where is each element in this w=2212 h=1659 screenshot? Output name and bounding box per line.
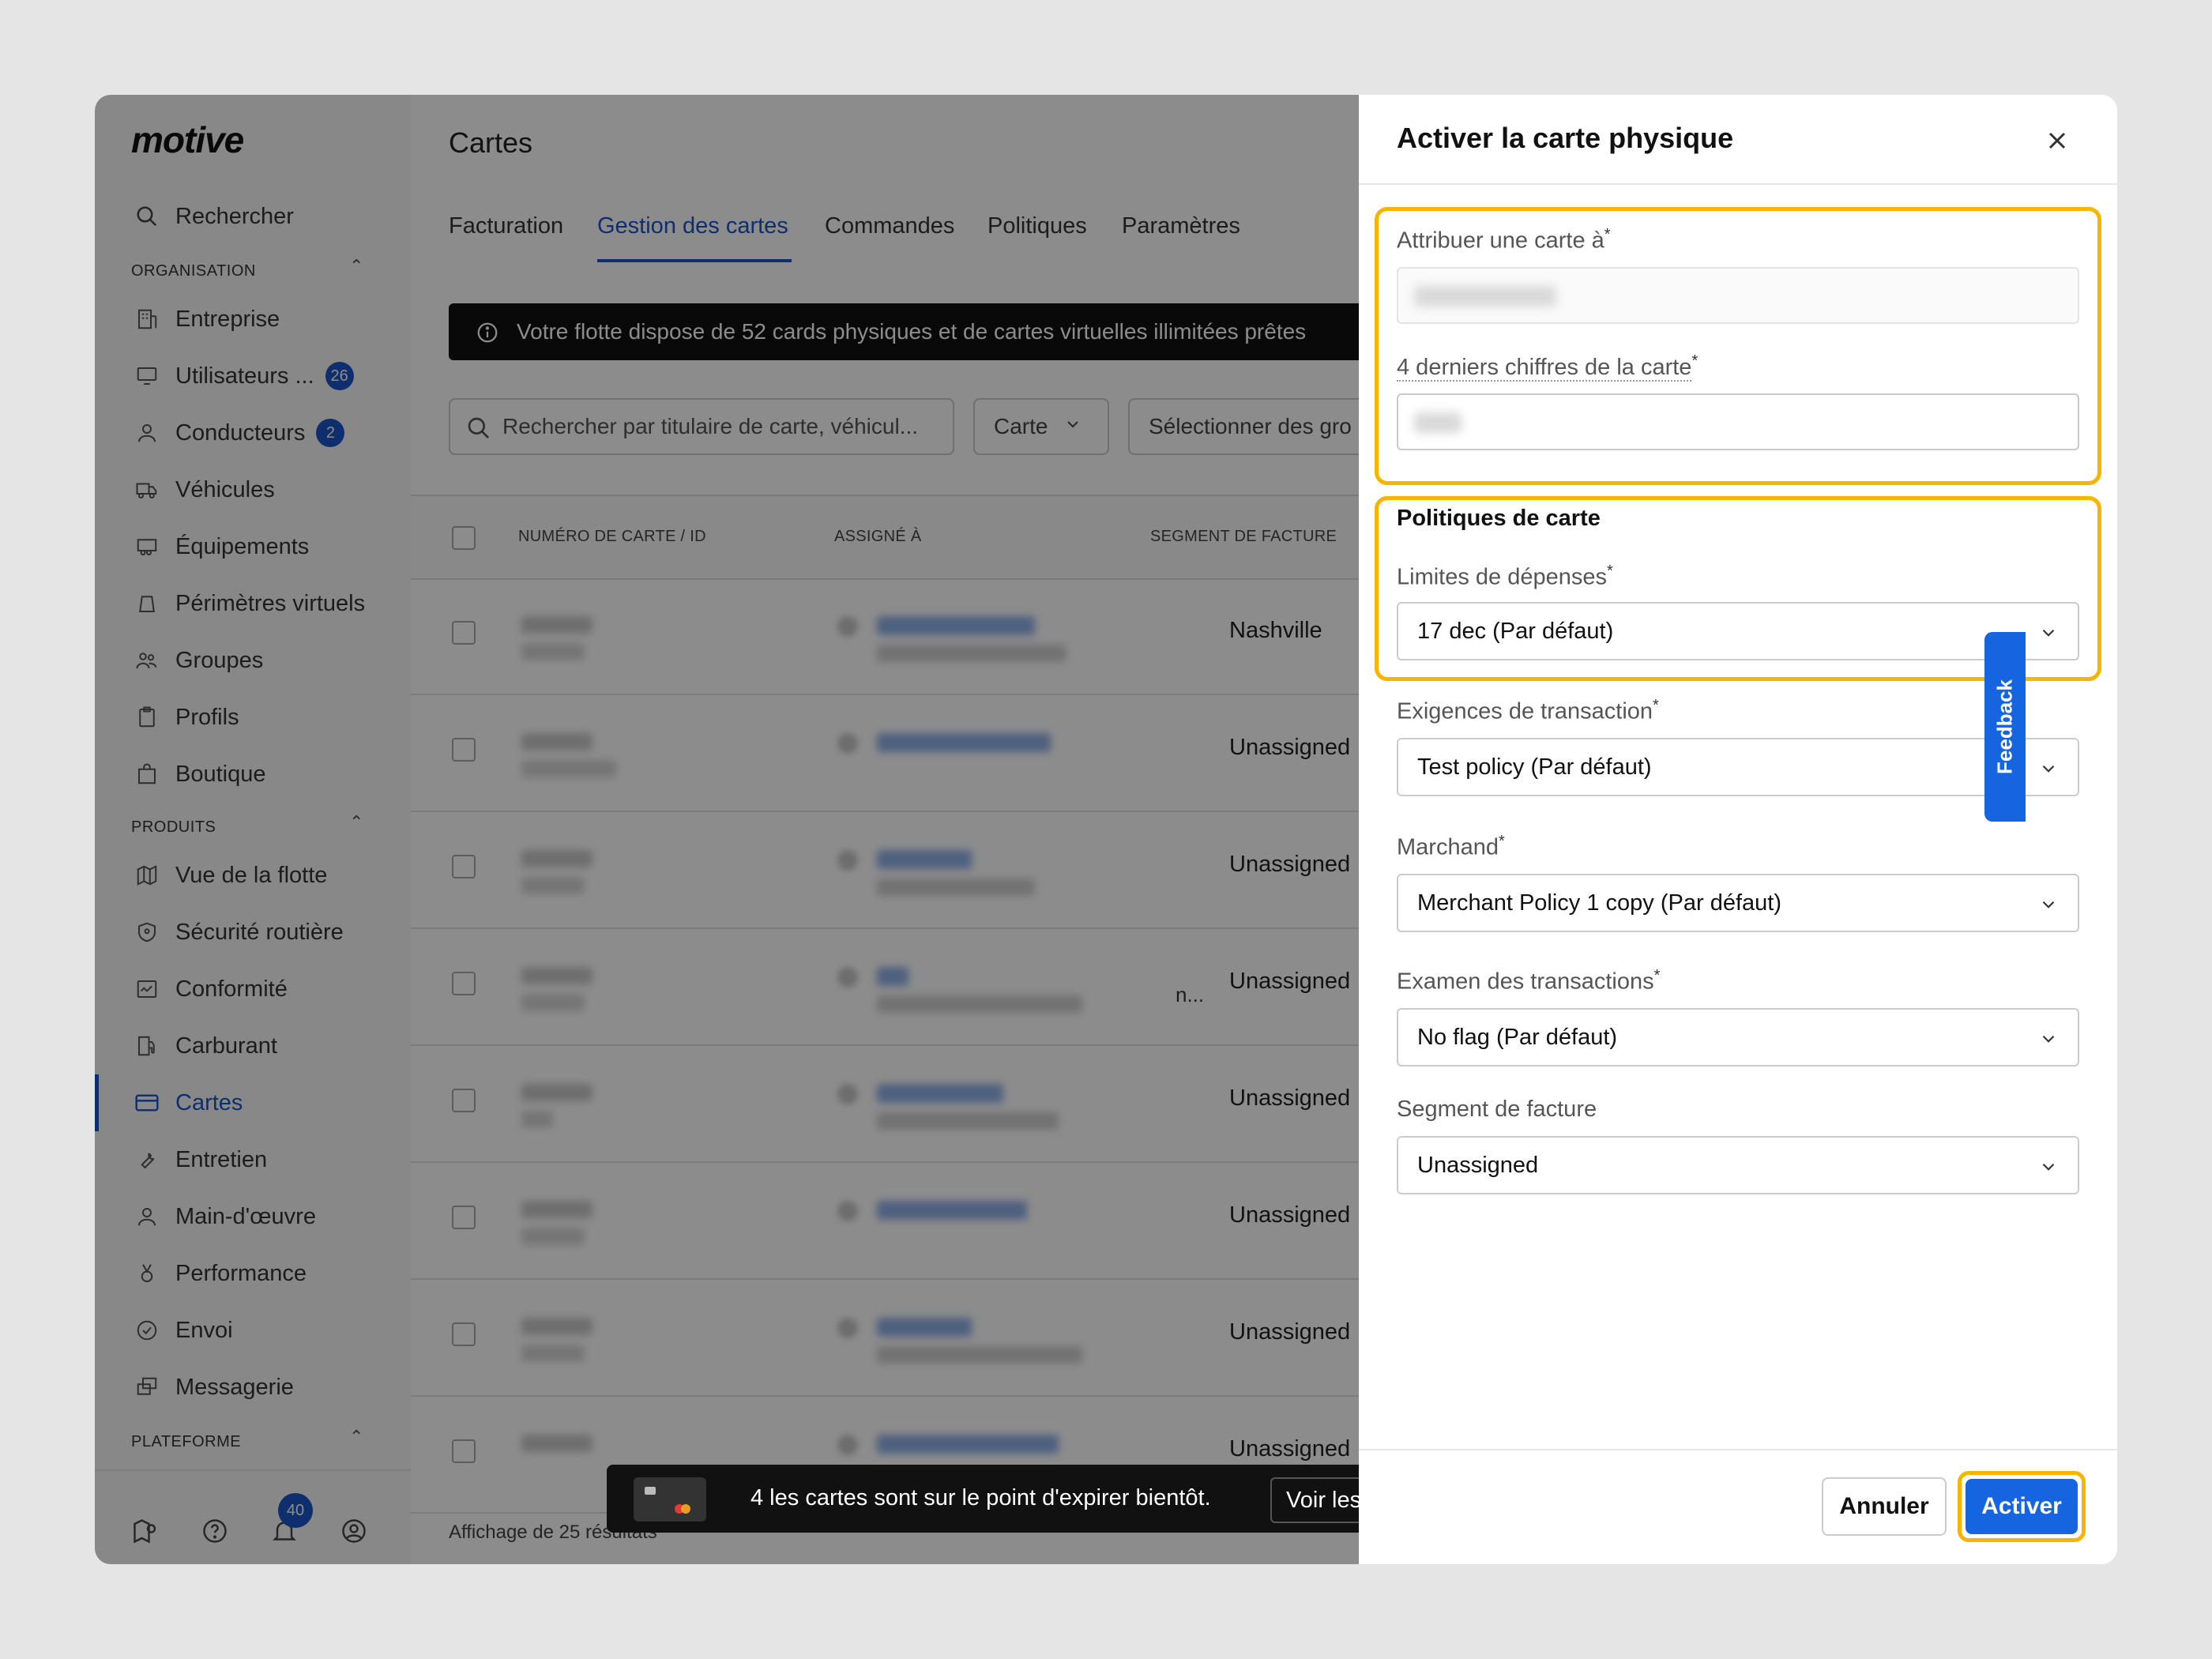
spend-label: Limites de dépenses* (1397, 562, 1613, 591)
required-mark: * (1653, 697, 1659, 714)
spend-limit-select[interactable]: 17 dec (Par défaut) (1397, 602, 2079, 660)
close-icon[interactable] (2043, 126, 2075, 158)
txn-requirements-label: Exigences de transaction* (1397, 697, 1659, 725)
review-select[interactable]: No flag (Par défaut) (1397, 1008, 2079, 1066)
chevron-down-icon (2038, 758, 2059, 779)
select-value: Merchant Policy 1 copy (Par défaut) (1417, 890, 1781, 916)
feedback-label: Feedback (1992, 679, 2017, 774)
chevron-down-icon (2038, 1029, 2059, 1049)
chevron-down-icon (2038, 623, 2059, 643)
policies-title: Politiques de carte (1397, 506, 1601, 531)
modal-overlay[interactable] (95, 95, 1359, 1564)
segment-select[interactable]: Unassigned (1397, 1136, 2079, 1194)
label-text: 4 derniers chiffres de la carte (1397, 354, 1692, 382)
cancel-button[interactable]: Annuler (1822, 1477, 1947, 1536)
select-value: No flag (Par défaut) (1417, 1024, 1618, 1050)
label-text: Marchand (1397, 834, 1499, 860)
select-value: Test policy (Par défaut) (1417, 754, 1652, 780)
activate-button[interactable]: Activer (1966, 1479, 2078, 1534)
required-mark: * (1691, 352, 1698, 370)
assign-label: Attribuer une carte à* (1397, 226, 1611, 254)
label-text: Examen des transactions (1397, 969, 1654, 995)
view-cards-button[interactable]: Voir les (1270, 1477, 1365, 1523)
label-text: Attribuer une carte à (1397, 228, 1604, 254)
chevron-down-icon (2038, 894, 2059, 915)
merchant-select[interactable]: Merchant Policy 1 copy (Par défaut) (1397, 874, 2079, 932)
label-text: Exigences de transaction (1397, 698, 1653, 724)
divider (1359, 183, 2117, 185)
required-mark: * (1604, 226, 1611, 243)
expiry-toast: 4 les cartes sont sur le point d'expirer… (607, 1465, 1365, 1533)
select-value: Unassigned (1417, 1152, 1539, 1178)
feedback-tab[interactable]: Feedback (1984, 632, 2026, 822)
chevron-down-icon (2038, 1157, 2059, 1177)
drawer-title: Activer la carte physique (1397, 122, 1734, 154)
last4-input[interactable] (1397, 393, 2079, 450)
divider (1359, 1449, 2117, 1450)
app-window: motive Rechercher ORGANISATION ⌃ Entrepr… (95, 95, 2117, 1564)
toast-message: 4 les cartes sont sur le point d'expirer… (750, 1485, 1211, 1510)
last4-label: 4 derniers chiffres de la carte* (1397, 352, 1698, 382)
card-thumbnail (634, 1477, 706, 1522)
review-label: Examen des transactions* (1397, 967, 1660, 995)
required-mark: * (1653, 967, 1661, 984)
blurred-value (1414, 286, 1556, 307)
segment-label: Segment de facture (1397, 1097, 1597, 1122)
txn-requirements-select[interactable]: Test policy (Par défaut) (1397, 738, 2079, 796)
merchant-label: Marchand* (1397, 833, 1505, 861)
required-mark: * (1607, 562, 1613, 580)
required-mark: * (1498, 833, 1505, 850)
select-value: 17 dec (Par défaut) (1417, 618, 1614, 644)
activate-card-drawer: Activer la carte physique Attribuer une … (1359, 95, 2117, 1564)
blurred-value (1414, 412, 1462, 433)
label-text: Limites de dépenses (1397, 564, 1607, 590)
assign-card-input[interactable] (1397, 267, 2079, 324)
